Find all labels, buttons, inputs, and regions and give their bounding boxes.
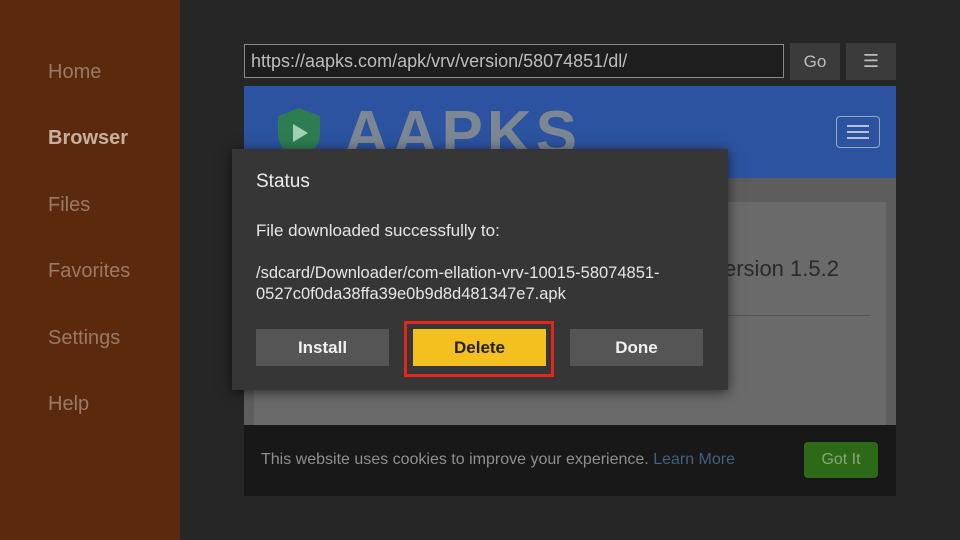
site-menu-button[interactable] — [836, 116, 880, 148]
sidebar-item-files[interactable]: Files — [48, 194, 90, 217]
done-button[interactable]: Done — [570, 329, 703, 366]
hamburger-line — [847, 131, 869, 133]
got-it-button[interactable]: Got It — [804, 442, 878, 478]
hamburger-line — [847, 125, 869, 127]
menu-icon: ☰ — [862, 51, 880, 71]
divider — [714, 315, 870, 316]
go-button[interactable]: Go — [790, 43, 840, 80]
sidebar-item-favorites[interactable]: Favorites — [48, 260, 130, 283]
file-path: /sdcard/Downloader/com-ellation-vrv-1001… — [256, 264, 660, 303]
learn-more-link[interactable]: Learn More — [653, 451, 735, 468]
sidebar: Home Browser Files Favorites Settings He… — [0, 0, 180, 540]
sidebar-item-browser[interactable]: Browser — [48, 127, 128, 150]
downloader-app: Home Browser Files Favorites Settings He… — [0, 0, 960, 540]
dialog-message: File downloaded successfully to: — [256, 221, 500, 240]
cookie-text: This website uses cookies to improve you… — [261, 451, 735, 469]
install-button[interactable]: Install — [256, 329, 389, 366]
hamburger-line — [847, 137, 869, 139]
cookie-message: This website uses cookies to improve you… — [261, 451, 649, 468]
dialog-title: Status — [256, 171, 310, 192]
sidebar-item-settings[interactable]: Settings — [48, 327, 120, 350]
delete-highlight-box — [404, 321, 554, 377]
version-text: ersion 1.5.2 — [724, 256, 839, 281]
menu-button[interactable]: ☰ — [846, 43, 896, 80]
cookie-banner: This website uses cookies to improve you… — [244, 425, 896, 496]
sidebar-item-help[interactable]: Help — [48, 393, 89, 416]
sidebar-item-home[interactable]: Home — [48, 61, 101, 84]
url-input[interactable]: https://aapks.com/apk/vrv/version/580748… — [244, 44, 784, 78]
